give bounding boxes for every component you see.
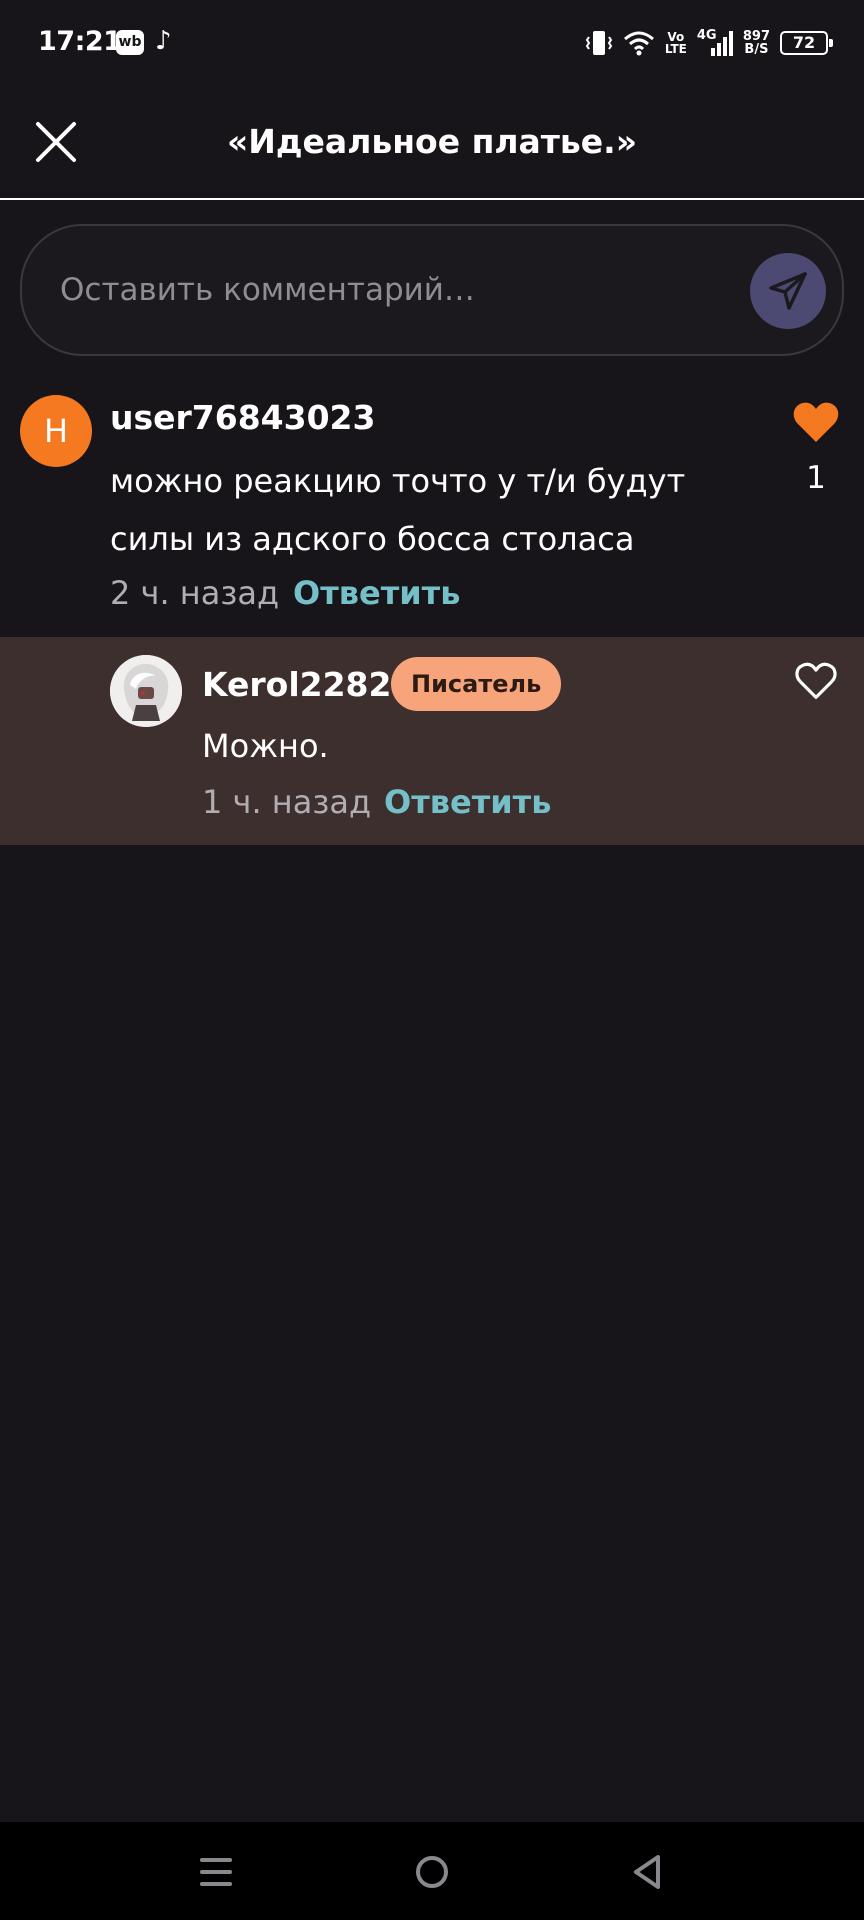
volte-line2: LTE xyxy=(664,42,687,56)
send-icon xyxy=(769,272,807,310)
like-count: 1 xyxy=(806,460,826,496)
page-title: «Идеальное платье.» xyxy=(226,122,638,161)
net-speed-unit: B/S xyxy=(744,42,769,57)
reply-item: Kerol2282 Писатель Можно. 1 ч. назад Отв… xyxy=(0,637,864,845)
signal-icon: 4G xyxy=(697,28,733,58)
status-time: 17:21 xyxy=(38,26,122,57)
like-button[interactable] xyxy=(794,661,838,705)
battery-level: 72 xyxy=(792,33,816,52)
back-button[interactable] xyxy=(620,1844,676,1900)
reply-time: 1 ч. назад xyxy=(202,783,372,821)
like-button[interactable] xyxy=(792,400,840,448)
heart-outline-icon xyxy=(795,662,837,699)
battery-icon: 72 xyxy=(780,31,833,55)
comment-box xyxy=(20,224,844,356)
home-button[interactable] xyxy=(404,1844,460,1900)
writer-badge: Писатель xyxy=(391,657,562,711)
comment-input[interactable] xyxy=(58,256,742,324)
comment-text: можно реакцию точто у т/и будут силы из … xyxy=(110,452,710,568)
status-bar: 17:21 wb ♪ Vo LTE 4G 897 B/S 72 xyxy=(0,0,864,86)
avatar[interactable] xyxy=(110,655,182,727)
reply-username[interactable]: Kerol2282 xyxy=(202,665,391,704)
back-icon xyxy=(634,1855,660,1889)
wifi-icon xyxy=(623,31,654,56)
comment-username[interactable]: user76843023 xyxy=(110,398,375,437)
status-icons: Vo LTE 4G 897 B/S 72 xyxy=(585,26,833,60)
comment-text-line: силы из адского босса столаса xyxy=(110,520,635,558)
avatar[interactable]: Н xyxy=(20,395,92,467)
wb-icon: wb xyxy=(116,30,144,55)
comment-text-line: можно реакцию точто у т/и будут xyxy=(110,462,686,500)
avatar-image xyxy=(110,655,182,727)
send-button[interactable] xyxy=(750,253,826,329)
net-speed: 897 B/S xyxy=(743,30,770,56)
tiktok-icon: ♪ xyxy=(155,26,172,56)
reply-button[interactable]: Ответить xyxy=(384,783,551,821)
menu-button[interactable] xyxy=(188,1844,244,1900)
reply-text: Можно. xyxy=(202,727,329,765)
reply-button[interactable]: Ответить xyxy=(293,574,460,612)
vibrate-icon xyxy=(585,31,613,55)
volte-icon: Vo LTE xyxy=(665,31,687,55)
comment-item: Н user76843023 можно реакцию точто у т/и… xyxy=(0,380,864,636)
heart-filled-icon xyxy=(793,402,839,442)
comment-time: 2 ч. назад xyxy=(110,574,280,612)
screen: 17:21 wb ♪ Vo LTE 4G 897 B/S 72 «Идеальн… xyxy=(0,0,864,1920)
header: «Идеальное платье.» xyxy=(0,86,864,200)
menu-icon xyxy=(200,1858,232,1886)
navigation-bar xyxy=(0,1822,864,1920)
home-icon xyxy=(416,1856,448,1888)
